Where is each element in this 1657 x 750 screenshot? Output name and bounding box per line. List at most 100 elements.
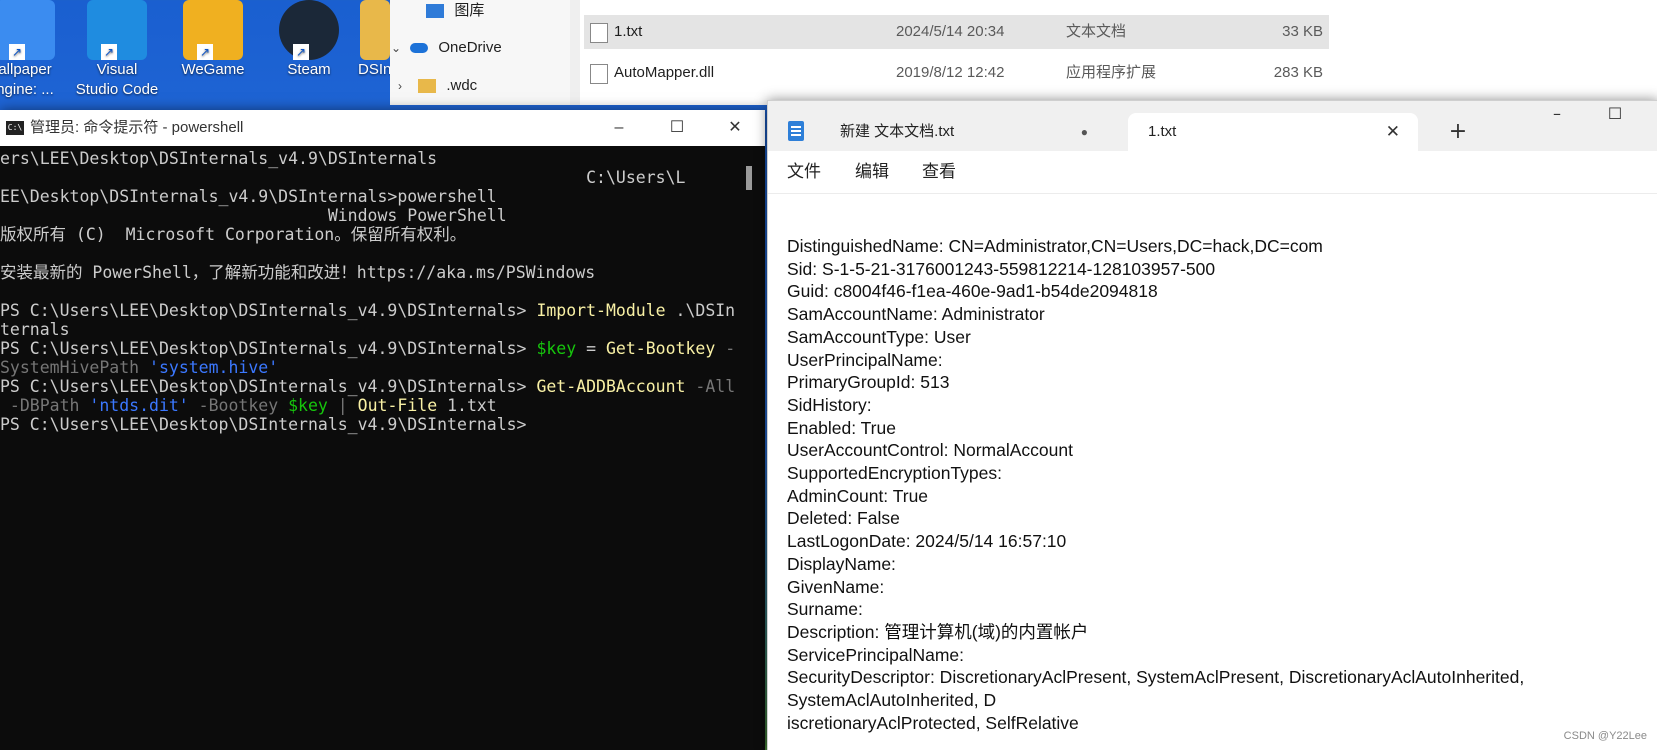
minimize-button[interactable]: – — [1528, 101, 1586, 127]
file-row[interactable]: AutoMapper.dll 2019/8/12 12:42 应用程序扩展 28… — [584, 56, 1329, 90]
menu-edit[interactable]: 编辑 — [855, 151, 889, 193]
text-line: iscretionaryAclProtected, SelfRelative — [787, 712, 1079, 733]
terminal-text: | — [327, 396, 358, 415]
window-title: 管理员: 命令提示符 - powershell — [30, 119, 244, 136]
text-line: SupportedEncryptionTypes: — [787, 463, 1002, 483]
notepad-icon — [788, 121, 804, 141]
maximize-button[interactable]: ☐ — [648, 110, 706, 146]
desktop-icon-label: allpaper — [0, 61, 52, 78]
desktop-icon-wallpaper-engine[interactable]: ↗ allpaper ngine: ... — [0, 0, 70, 100]
terminal-text: 1.txt — [437, 396, 497, 415]
terminal-text: Import-Module — [536, 301, 666, 320]
text-line: Sid: S-1-5-21-3176001243-559812214-12810… — [787, 258, 1216, 279]
nav-item-label: OneDrive — [438, 39, 502, 56]
text-file-icon — [590, 23, 608, 43]
terminal-line: -DBPath 'ntds.dit' -Bootkey $key | Out-F… — [0, 396, 497, 416]
terminal-line: PS C:\Users\LEE\Desktop\DSInternals_v4.9… — [0, 301, 735, 321]
desktop-icon-dsinternals[interactable]: DSIn — [340, 0, 390, 100]
desktop-icon-label: DSIn — [358, 61, 390, 78]
nav-item-label: .wdc — [446, 77, 478, 94]
nav-item-onedrive[interactable]: ⌄ OneDrive — [386, 35, 502, 61]
terminal-text: SystemHivePath — [0, 358, 150, 377]
terminal-text: Get-Bootkey — [606, 339, 716, 358]
terminal-text: EE\Desktop\DSInternals_v4.9\DSInternals>… — [0, 187, 497, 206]
nav-item-gallery[interactable]: 图库 — [402, 0, 484, 24]
terminal-text: $key — [536, 339, 577, 358]
explorer-nav-scrollbar[interactable] — [570, 0, 580, 105]
chevron-right-icon[interactable]: › — [390, 73, 410, 99]
text-line: AdminCount: True — [787, 485, 929, 506]
terminal-text: Out-File — [357, 396, 438, 415]
menu-file[interactable]: 文件 — [787, 151, 821, 193]
terminal-output[interactable]: ers\LEE\Desktop\DSInternals_v4.9\DSInter… — [0, 146, 745, 750]
desktop-icon-label: ngine: ... — [0, 81, 54, 98]
terminal-scrollbar[interactable] — [745, 146, 753, 750]
file-explorer-window: 图库 ⌄ OneDrive › .wdc 1.txt 2024/5/14 20:… — [390, 0, 1657, 105]
terminal-line: 版权所有 (C) Microsoft Corporation。保留所有权利。 — [0, 225, 466, 245]
dll-file-icon — [590, 64, 608, 84]
chevron-down-icon[interactable]: ⌄ — [386, 35, 406, 61]
text-line: SamAccountType: User — [787, 326, 971, 347]
file-date: 2019/8/12 12:42 — [896, 64, 1005, 81]
cmd-icon: C:\ — [6, 121, 24, 135]
text-line: Surname: — [787, 599, 863, 620]
terminal-line: PS C:\Users\LEE\Desktop\DSInternals_v4.9… — [0, 377, 735, 397]
new-tab-button[interactable]: + — [1440, 113, 1476, 151]
desktop-icon-wegame[interactable]: ↗ WeGame — [168, 0, 258, 100]
file-row[interactable]: 1.txt 2024/5/14 20:34 文本文档 33 KB — [584, 15, 1329, 49]
terminal-text: PS C:\Users\LEE\Desktop\DSInternals_v4.9… — [0, 339, 537, 358]
text-line: SamAccountName: Administrator — [787, 304, 1045, 325]
file-name: AutoMapper.dll — [614, 64, 715, 81]
notepad-text-area[interactable]: DistinguishedName: CN=Administrator,CN=U… — [787, 193, 1648, 750]
text-line: Description: 管理计算机(域)的内置帐户 — [787, 621, 1089, 642]
scrollbar-thumb[interactable] — [746, 166, 752, 190]
terminal-line: SystemHivePath 'system.hive' — [0, 358, 278, 378]
terminal-text: = — [576, 339, 606, 358]
nav-item-wdc[interactable]: › .wdc — [390, 73, 477, 99]
terminal-text: PS C:\Users\LEE\Desktop\DSInternals_v4.9… — [0, 301, 537, 320]
terminal-text: 安装最新的 PowerShell，了解新功能和改进！https://aka.ms… — [0, 263, 596, 282]
terminal-line: PS C:\Users\LEE\Desktop\DSInternals_v4.9… — [0, 415, 527, 435]
terminal-text: PS C:\Users\LEE\Desktop\DSInternals_v4.9… — [0, 377, 537, 396]
wallpaper-engine-icon: ↗ — [0, 0, 55, 60]
terminal-text: Get-ADDBAccount — [536, 377, 686, 396]
text-line: UserAccountControl: NormalAccount — [787, 440, 1073, 461]
notepad-menubar: 文件 编辑 查看 — [768, 151, 1657, 194]
tab-new-text-document[interactable]: 新建 文本文档.txt ● — [826, 113, 1096, 151]
desktop-icon-label: Visual — [96, 61, 138, 78]
terminal-text: 'system.hive' — [149, 358, 279, 377]
terminal-titlebar[interactable]: C:\ 管理员: 命令提示符 - powershell – ☐ ✕ — [0, 110, 765, 146]
text-line: Enabled: True — [787, 417, 896, 438]
terminal-text: -DBPath — [0, 396, 90, 415]
terminal-line: Windows PowerShell — [0, 206, 507, 226]
terminal-line: C:\Users\L — [0, 168, 685, 188]
file-size: 283 KB — [1273, 64, 1323, 81]
folder-icon — [418, 79, 437, 94]
text-line: DisplayName: — [787, 553, 896, 574]
minimize-button[interactable]: – — [590, 110, 648, 146]
close-tab-icon[interactable]: ✕ — [1386, 113, 1400, 151]
menu-view[interactable]: 查看 — [922, 151, 956, 193]
tab-1-txt[interactable]: 1.txt ✕ — [1128, 113, 1418, 151]
notepad-tabbar: 新建 文本文档.txt ● 1.txt ✕ + – ☐ — [768, 101, 1657, 151]
terminal-line: EE\Desktop\DSInternals_v4.9\DSInternals>… — [0, 187, 497, 207]
notepad-window: 新建 文本文档.txt ● 1.txt ✕ + – ☐ 文件 编辑 查看 Dis… — [767, 100, 1657, 750]
unsaved-dot-icon[interactable]: ● — [1081, 113, 1088, 151]
file-type: 应用程序扩展 — [1066, 64, 1157, 81]
desktop-icon-vscode[interactable]: ↗ Visual Studio Code — [72, 0, 162, 100]
terminal-text: .\DSIn — [665, 301, 736, 320]
text-line: SystemAclAutoInherited, D — [787, 690, 997, 710]
close-button[interactable]: ✕ — [706, 110, 764, 146]
file-type: 文本文档 — [1066, 23, 1127, 40]
maximize-button[interactable]: ☐ — [1586, 101, 1644, 127]
onedrive-icon — [410, 43, 429, 54]
text-line: SecurityDescriptor: DiscretionaryAclPres… — [787, 667, 1525, 688]
text-line: PrimaryGroupId: 513 — [787, 372, 950, 393]
terminal-text: - — [715, 339, 736, 358]
text-line: LastLogonDate: 2024/5/14 16:57:10 — [787, 531, 1067, 552]
terminal-line: 安装最新的 PowerShell，了解新功能和改进！https://aka.ms… — [0, 263, 595, 283]
tab-label: 新建 文本文档.txt — [840, 123, 955, 140]
nav-item-label: 图库 — [454, 2, 485, 19]
terminal-text: 'ntds.dit' — [89, 396, 189, 415]
terminal-text: $key — [288, 396, 328, 415]
